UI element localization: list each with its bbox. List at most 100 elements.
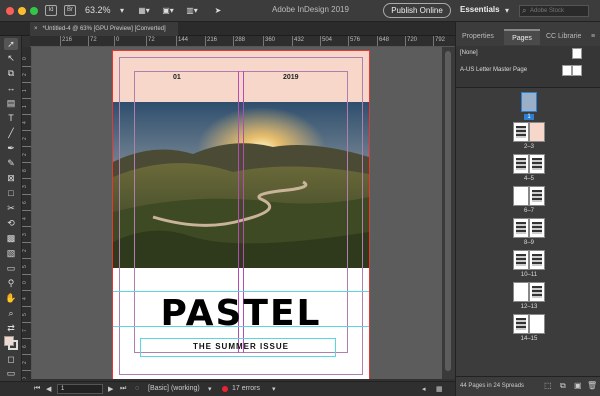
page-thumb[interactable] [521,92,537,112]
previous-page-icon[interactable]: ◀ [46,385,51,393]
spread-item[interactable]: 6–7 [506,186,552,214]
bridge-icon[interactable]: Br [64,5,76,16]
preflight-profile[interactable]: [Basic] (working) [148,385,200,392]
close-tab-icon[interactable]: × [34,26,38,32]
page-thumb[interactable] [529,314,545,334]
page-thumb[interactable] [513,314,529,334]
spread-item[interactable]: 14–15 [506,314,552,342]
spread-item[interactable]: 2–3 [506,122,552,150]
vertical-ruler: 0 2 1 1 4 2 2 8 3 6 4 3 2 5 0 4 5 7 6 2 … [22,47,32,379]
tab-pages[interactable]: Pages [504,29,540,45]
tab-properties[interactable]: Properties [462,29,494,45]
spread-item[interactable]: 1 [506,92,552,120]
master-none[interactable]: [None] [460,50,478,56]
issue-number[interactable]: 01 [173,74,181,81]
ruler-h-label: 720 [405,36,417,46]
page-thumb[interactable] [529,218,545,238]
free-transform-tool-icon[interactable]: ⟲ [4,217,18,229]
page-thumb[interactable] [529,250,545,270]
master-a-left-thumb[interactable] [562,65,572,76]
spread-item[interactable]: 8–9 [506,218,552,246]
send-icon[interactable]: ➤ [212,4,224,18]
scrollbar-thumb[interactable] [445,51,451,371]
master-none-thumb[interactable] [572,48,582,59]
rectangle-tool-icon[interactable]: □ [4,187,18,199]
edit-page-size-icon[interactable]: ⬚ [544,381,552,390]
new-master-icon[interactable]: ⧉ [560,381,566,391]
indesign-icon[interactable]: Id [45,5,57,16]
cover-subtitle[interactable]: THE SUMMER ISSUE [113,342,369,351]
vertical-scrollbar[interactable] [442,47,455,379]
last-page-icon[interactable]: ⏭ [120,385,126,393]
screen-mode-icon[interactable]: ▭ [4,367,18,379]
scissors-tool-icon[interactable]: ✂ [4,202,18,214]
view-options-icon[interactable]: ▦▾ [136,4,152,18]
page[interactable]: 01 2019 PASTEL THE SUMMER ISSUE [112,50,370,379]
spread-item[interactable]: 4–5 [506,154,552,182]
hand-tool-icon[interactable]: ✋ [4,292,18,304]
page-number-field[interactable]: 1 [57,384,103,394]
chevron-down-icon[interactable]: ▾ [208,385,212,393]
page-thumb[interactable] [529,122,545,142]
page-thumb[interactable] [529,282,545,302]
publish-online-button[interactable]: Publish Online [383,3,451,18]
screen-mode-icon[interactable]: ▣▾ [160,4,176,18]
chevron-down-icon[interactable]: ▾ [503,4,511,18]
cover-title[interactable]: PASTEL [113,293,369,334]
document-canvas[interactable]: 01 2019 PASTEL THE SUMMER ISSUE [32,47,455,379]
note-tool-icon[interactable]: ▭ [4,262,18,274]
gradient-swatch-tool-icon[interactable]: ▩ [4,232,18,244]
direct-selection-tool-icon[interactable]: ↖ [4,52,18,64]
document-tab-bar: × *Untitled-4 @ 63% [GPU Preview] [Conver… [0,22,455,36]
formatting-container-icon[interactable]: ◻ [4,353,18,365]
spread-item[interactable]: 12–13 [506,282,552,310]
zoom-tool-icon[interactable]: ⌕ [4,307,18,319]
gradient-feather-tool-icon[interactable]: ▧ [4,247,18,259]
selection-tool-icon[interactable]: ➚ [4,38,18,50]
line-tool-icon[interactable]: ╱ [4,127,18,139]
delete-page-icon[interactable]: 🗑 [587,381,597,390]
page-thumb[interactable] [529,186,545,206]
arrange-documents-icon[interactable]: ▥▾ [184,4,200,18]
eyedropper-tool-icon[interactable]: ⚲ [4,277,18,289]
gap-tool-icon[interactable]: ↔ [4,82,18,94]
chevron-down-icon[interactable]: ▾ [272,385,276,393]
page-tool-icon[interactable]: ⧉ [4,67,18,79]
close-window-button[interactable] [6,7,14,15]
fill-stroke-swatch[interactable] [4,336,18,350]
page-thumb[interactable] [513,186,529,206]
pencil-tool-icon[interactable]: ✎ [4,157,18,169]
page-thumb[interactable] [513,122,529,142]
arrange-icon[interactable]: ▦ [436,385,443,393]
tab-cc-libraries[interactable]: CC Librarie [546,29,581,45]
new-page-icon[interactable]: ▣ [574,381,582,390]
document-tab[interactable]: × *Untitled-4 @ 63% [GPU Preview] [Conver… [30,22,178,36]
next-page-icon[interactable]: ▶ [108,385,113,393]
type-tool-icon[interactable]: T [4,112,18,124]
maximize-window-button[interactable] [30,7,38,15]
page-thumb[interactable] [513,218,529,238]
adobe-stock-search[interactable]: Adobe Stock [519,5,589,17]
error-count[interactable]: 17 errors [232,385,260,392]
preflight-spinner-icon[interactable]: ◌ [135,385,139,392]
page-thumb[interactable] [529,154,545,174]
master-a-us-letter[interactable]: A-US Letter Master Page [460,67,527,73]
spread-item[interactable]: 10–11 [506,250,552,278]
workspace-switcher[interactable]: Essentials [460,5,500,14]
pages-panel: Properties Pages CC Librarie ≡ [None] A-… [455,22,600,396]
issue-year[interactable]: 2019 [283,74,299,81]
page-thumb[interactable] [513,154,529,174]
scroll-left-icon[interactable]: ◂ [422,385,426,393]
chevron-down-icon[interactable]: ▾ [118,4,126,18]
first-page-icon[interactable]: ⏮ [34,385,40,393]
rectangle-frame-tool-icon[interactable]: ⊠ [4,172,18,184]
minimize-window-button[interactable] [18,7,26,15]
panel-menu-icon[interactable]: ≡ [591,29,595,45]
pen-tool-icon[interactable]: ✒ [4,142,18,154]
zoom-level[interactable]: 63.2% [85,5,111,15]
page-thumb[interactable] [513,250,529,270]
page-thumb[interactable] [513,282,529,302]
content-collector-icon[interactable]: ▤ [4,97,18,109]
master-a-right-thumb[interactable] [572,65,582,76]
swap-colors-icon[interactable]: ⇄ [4,322,18,334]
